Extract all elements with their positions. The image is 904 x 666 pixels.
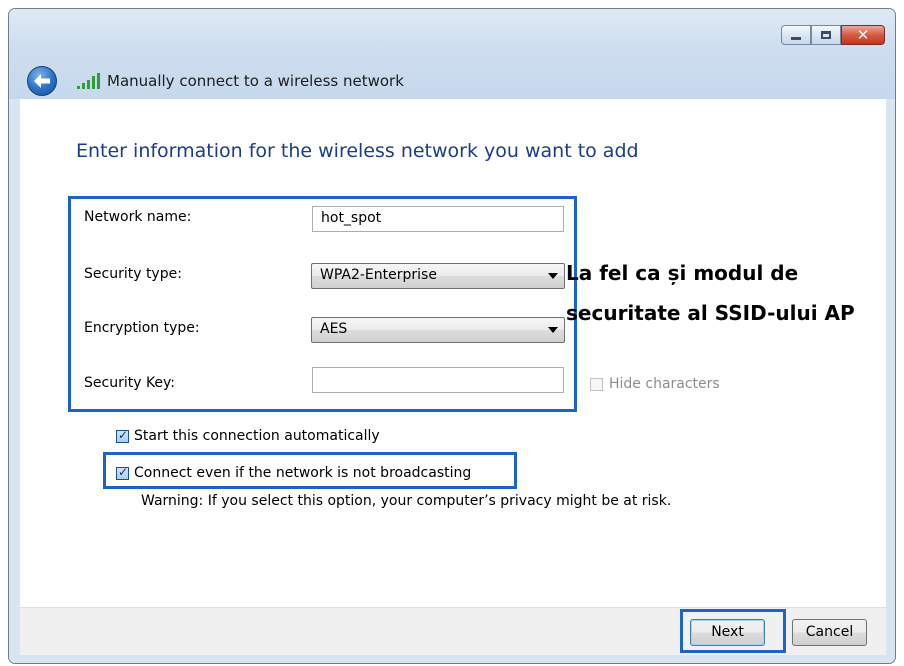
encryption-type-dropdown[interactable]: AES bbox=[311, 317, 565, 343]
dialog-window: ✕ Manually connect to a wireless network… bbox=[8, 8, 896, 664]
window-title: Manually connect to a wireless network bbox=[107, 72, 404, 90]
wireless-signal-icon bbox=[77, 73, 100, 89]
close-button[interactable]: ✕ bbox=[841, 25, 885, 45]
security-type-label: Security type: bbox=[84, 266, 182, 282]
start-automatically-label: Start this connection automatically bbox=[134, 428, 380, 444]
title-bar: ✕ Manually connect to a wireless network bbox=[9, 9, 895, 99]
connect-even-label: Connect even if the network is not broad… bbox=[134, 465, 472, 481]
encryption-type-value: AES bbox=[320, 321, 348, 337]
close-icon: ✕ bbox=[856, 25, 870, 44]
cancel-button[interactable]: Cancel bbox=[792, 619, 867, 646]
security-type-value: WPA2-Enterprise bbox=[320, 267, 437, 283]
connect-even-checkbox[interactable] bbox=[116, 465, 129, 480]
start-automatically-checkbox[interactable] bbox=[116, 428, 129, 443]
content-area: Enter information for the wireless netwo… bbox=[20, 99, 886, 607]
hide-characters-checkbox[interactable] bbox=[590, 378, 603, 391]
button-bar: Next Cancel bbox=[20, 607, 886, 655]
security-key-label: Security Key: bbox=[84, 375, 176, 391]
window-controls: ✕ bbox=[781, 25, 885, 45]
page-heading: Enter information for the wireless netwo… bbox=[76, 140, 639, 162]
next-button[interactable]: Next bbox=[690, 619, 765, 646]
security-type-dropdown[interactable]: WPA2-Enterprise bbox=[311, 263, 565, 289]
privacy-warning: Warning: If you select this option, your… bbox=[141, 493, 672, 509]
network-name-label: Network name: bbox=[84, 209, 192, 225]
hide-characters-label: Hide characters bbox=[609, 376, 720, 392]
minimize-button[interactable] bbox=[781, 25, 811, 45]
maximize-icon bbox=[821, 31, 831, 39]
maximize-button[interactable] bbox=[811, 25, 841, 45]
annotation-line-2: securitate al SSID-ului AP bbox=[566, 301, 855, 325]
dropdown-arrow-icon bbox=[548, 273, 558, 279]
network-name-input[interactable]: hot_spot bbox=[312, 206, 564, 232]
annotation-line-1: La fel ca și modul de bbox=[566, 261, 799, 285]
dropdown-arrow-icon bbox=[548, 327, 558, 333]
back-arrow-icon bbox=[34, 74, 50, 88]
encryption-type-label: Encryption type: bbox=[84, 320, 200, 336]
back-button[interactable] bbox=[27, 66, 57, 96]
security-key-input[interactable] bbox=[312, 367, 564, 393]
minimize-icon bbox=[791, 37, 801, 40]
